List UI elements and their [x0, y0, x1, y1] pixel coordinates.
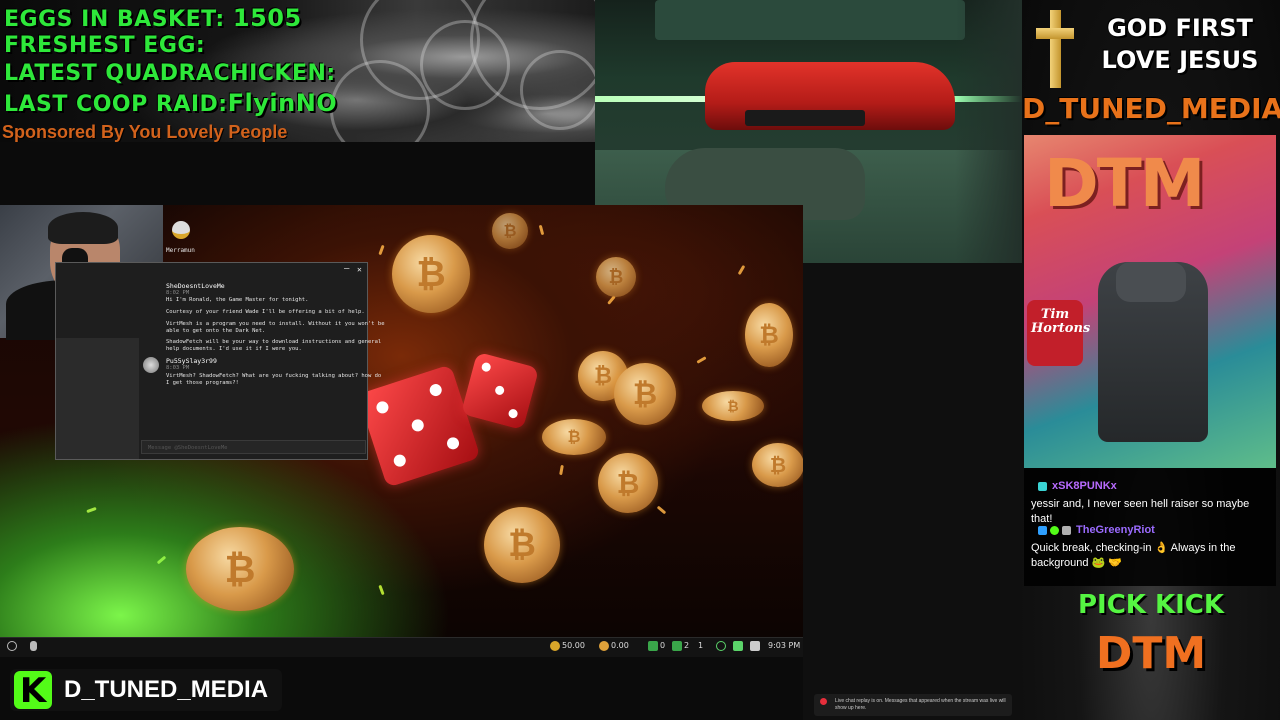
- pick-kick-text: PICK KICK: [1077, 590, 1225, 620]
- prime-badge-icon: [1038, 526, 1047, 535]
- message-time: 8:03 PM: [166, 365, 190, 371]
- message-line: I get those programs?!: [166, 380, 239, 386]
- car-grille: [745, 110, 865, 126]
- network-icon[interactable]: [648, 641, 658, 651]
- camera-shade: [955, 0, 1022, 263]
- chat-icon[interactable]: [733, 641, 743, 651]
- wallet-icon: [599, 641, 609, 651]
- avatar[interactable]: [143, 357, 159, 373]
- spark: [378, 584, 385, 596]
- freshest-egg-label: FRESHEST EGG:: [4, 33, 206, 58]
- balance-2: 0.00: [611, 641, 629, 650]
- coin: ₿: [596, 257, 636, 297]
- coin: ₿: [745, 303, 793, 367]
- spark: [696, 356, 707, 364]
- power-icon[interactable]: [7, 641, 17, 651]
- shelf: [655, 0, 965, 40]
- coin: ₿: [392, 235, 470, 313]
- chat-overlay: xSK8PUNKx yessir and, I never seen hell …: [1024, 468, 1276, 586]
- chat-message-2: Quick break, checking-in 👌 Always in the…: [1031, 542, 1236, 569]
- stats-banner: EGGS IN BASKET: 1505 FRESHEST EGG: LATES…: [0, 0, 595, 142]
- message-line: able to get onto the Dark Net.: [166, 328, 266, 334]
- freshest-egg-stat: FRESHEST EGG:: [4, 33, 205, 58]
- status-icon[interactable]: [716, 641, 726, 651]
- spark: [156, 555, 167, 565]
- spark: [737, 264, 746, 276]
- chat-replay-panel: [803, 263, 1022, 720]
- message-input-placeholder: Message @SheDoesntLoveMe: [148, 445, 228, 451]
- spark: [378, 244, 385, 256]
- coin: ₿: [614, 363, 676, 425]
- verified-badge-icon: [1050, 526, 1059, 535]
- streamer-hair: [48, 212, 118, 244]
- spark: [538, 224, 545, 236]
- count-2: 2: [684, 641, 690, 650]
- balance-1: 50.00: [562, 641, 585, 650]
- spark: [86, 506, 97, 514]
- kick-logo-icon: K: [14, 671, 52, 711]
- coin: ₿: [186, 527, 294, 611]
- message-line: Courtesy of your friend Wade I'll be off…: [166, 309, 365, 315]
- red-die: [357, 364, 481, 488]
- gift-badge-icon: [1062, 526, 1071, 535]
- server-logo-icon[interactable]: [172, 221, 190, 239]
- cross-icon: [1036, 10, 1074, 88]
- chair-headrest: [1116, 262, 1186, 302]
- minimize-button[interactable]: –: [344, 265, 349, 274]
- count-1: 0: [660, 641, 666, 650]
- chat-user-2: TheGreenyRiot: [1076, 524, 1155, 536]
- coin: ₿: [484, 507, 560, 583]
- quadrachicken-label: LATEST QUADRACHICKEN:: [4, 61, 336, 86]
- red-die: [460, 351, 540, 431]
- eggs-value: 1505: [232, 4, 302, 32]
- chat-app-sidebar: [56, 338, 139, 459]
- sponsor-text: Sponsored By You Lovely People: [2, 122, 288, 142]
- coin: ₿: [542, 419, 606, 455]
- kick-channel-name: D_TUNED_MEDIA: [64, 676, 269, 703]
- count-3: 1: [698, 641, 704, 650]
- close-button[interactable]: ✕: [357, 265, 362, 274]
- dtm-logo-text: DTM: [1095, 628, 1207, 679]
- connection-icon[interactable]: [672, 641, 682, 651]
- channel-name: D_TUNED_MEDIA: [1022, 92, 1280, 125]
- server-name: Merramun: [166, 247, 195, 254]
- coin: ₿: [702, 391, 764, 421]
- god-first-text: GOD FIRST: [1107, 14, 1253, 42]
- user-icon[interactable]: [30, 641, 37, 651]
- coin: ₿: [598, 453, 658, 513]
- taskbar: [0, 637, 803, 657]
- coin: ₿: [752, 443, 803, 487]
- clock: 9:03 PM: [768, 641, 801, 650]
- quadrachicken-stat: LATEST QUADRACHICKEN:: [4, 61, 336, 86]
- sub-badge-icon: [1038, 482, 1047, 491]
- message-line: Hi I'm Ronald, the Game Master for tonig…: [166, 297, 309, 303]
- replay-icon: [820, 698, 827, 705]
- message-line: help documents. I'd use it if I were you…: [166, 346, 302, 352]
- spark: [559, 464, 564, 476]
- love-jesus-text: LOVE JESUS: [1101, 46, 1259, 74]
- coop-raid-label: LAST COOP RAID:: [4, 92, 228, 117]
- replay-notice: Live chat replay is on. Messages that ap…: [814, 694, 1012, 716]
- coin-icon: [550, 641, 560, 651]
- replay-notice-text: Live chat replay is on. Messages that ap…: [835, 698, 1006, 711]
- eggs-label: EGGS IN BASKET:: [4, 7, 225, 32]
- dtm-wall-sign: DTM: [1044, 145, 1205, 222]
- coin: ₿: [492, 213, 528, 249]
- chat-message-1: yessir and, I never seen hell raiser so …: [1031, 498, 1250, 525]
- tim-hortons-sign: Tim Hortons: [1027, 300, 1090, 366]
- volume-icon[interactable]: [750, 641, 760, 651]
- message-input[interactable]: Message @SheDoesntLoveMe: [141, 440, 366, 454]
- spark: [656, 505, 667, 515]
- eggs-stat: EGGS IN BASKET: 1505: [4, 4, 302, 32]
- coop-raid-value: FlyinNO: [227, 89, 338, 117]
- coop-raid-stat: LAST COOP RAID:FlyinNO: [4, 89, 337, 117]
- chat-user-1: xSK8PUNKx: [1052, 480, 1117, 492]
